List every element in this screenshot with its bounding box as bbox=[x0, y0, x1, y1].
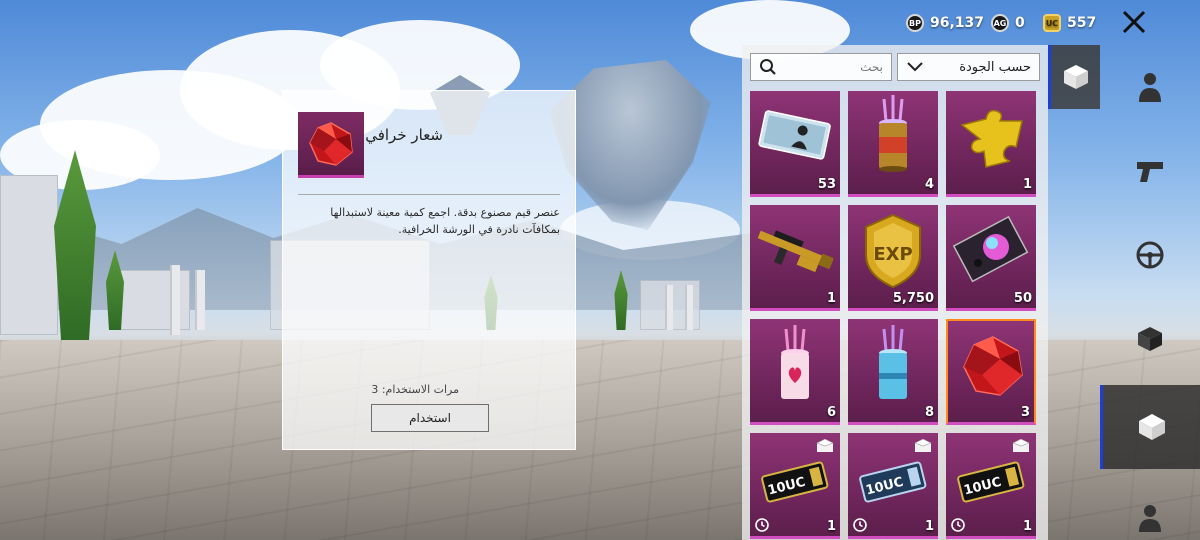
item-quantity: 1 bbox=[1022, 177, 1032, 192]
item-quantity: 1 bbox=[1022, 519, 1032, 534]
item-quantity: 5,750 bbox=[892, 291, 934, 306]
item-quantity: 6 bbox=[826, 405, 836, 420]
item-quantity: 3 bbox=[1020, 405, 1030, 420]
tab-profile[interactable] bbox=[1100, 475, 1200, 540]
inventory-item[interactable]: 50 bbox=[946, 205, 1036, 311]
character-icon bbox=[1139, 73, 1161, 102]
item-quantity: 1 bbox=[826, 291, 836, 306]
search-input[interactable]: بحث bbox=[750, 53, 892, 81]
tab-outfits[interactable] bbox=[1100, 45, 1200, 129]
steering-wheel-icon bbox=[1136, 241, 1164, 269]
heart-can-icon bbox=[781, 325, 809, 399]
bp-coin-icon: BP bbox=[906, 14, 924, 32]
tab-vehicles[interactable] bbox=[1100, 213, 1200, 297]
inventory-item[interactable]: 4 bbox=[848, 91, 938, 197]
clock-icon bbox=[951, 518, 965, 532]
item-detail-panel: شعار خرافي عنصر قيم مصنوع بدقة. اجمع كمي… bbox=[282, 90, 576, 450]
inventory-item[interactable]: 10UC 1 bbox=[946, 433, 1036, 539]
divider bbox=[298, 194, 560, 195]
item-quantity: 50 bbox=[1013, 291, 1032, 306]
inventory-item-selected[interactable]: 3 bbox=[946, 319, 1036, 425]
sort-dropdown[interactable]: حسب الجودة bbox=[897, 53, 1040, 81]
item-detail-thumbnail bbox=[298, 112, 364, 178]
search-placeholder: بحث bbox=[860, 60, 883, 74]
tab-crates[interactable] bbox=[1100, 297, 1200, 381]
tab-weapons[interactable] bbox=[1100, 129, 1200, 213]
ag-amount: 0 bbox=[1015, 15, 1025, 31]
inventory-item[interactable]: 8 bbox=[848, 319, 938, 425]
uses-value: 3 bbox=[371, 383, 379, 396]
inventory-item[interactable]: 1 bbox=[946, 91, 1036, 197]
crate-icon bbox=[1138, 327, 1162, 351]
clock-icon bbox=[755, 518, 769, 532]
item-uses-count: مرات الاستخدام: 3 bbox=[371, 383, 459, 396]
inventory-panel: بحث حسب الجودة 53 4 1 1 EXP 5,750 50 6 8… bbox=[742, 45, 1048, 540]
uc-amount: 557 bbox=[1067, 15, 1097, 31]
inventory-grid: 53 4 1 1 EXP 5,750 50 6 8 3 10UC 1 10UC … bbox=[750, 91, 1040, 539]
inventory-item[interactable]: 53 bbox=[750, 91, 840, 197]
uc-voucher-blue-icon: 10UC bbox=[859, 461, 927, 503]
pistol-icon bbox=[1137, 162, 1163, 182]
inventory-item[interactable]: EXP 5,750 bbox=[848, 205, 938, 311]
orb-card-icon bbox=[952, 215, 1029, 283]
use-button[interactable]: استخدام bbox=[371, 404, 489, 432]
bp-balance: BP 96,137 bbox=[906, 12, 984, 34]
svg-text:EXP: EXP bbox=[873, 244, 912, 265]
item-quantity: 53 bbox=[817, 177, 836, 192]
ag-balance: AG 0 bbox=[991, 12, 1025, 34]
category-rail bbox=[1048, 45, 1200, 540]
uc-voucher-icon: 10UC bbox=[957, 461, 1025, 503]
chevron-down-icon bbox=[907, 62, 923, 72]
tab-materials[interactable] bbox=[1100, 385, 1200, 469]
avatar-icon bbox=[1139, 505, 1161, 532]
gold-rifle-icon bbox=[757, 230, 834, 273]
exp-badge-icon: EXP bbox=[865, 213, 921, 289]
crate-icon bbox=[1063, 65, 1088, 89]
bp-amount: 96,137 bbox=[930, 15, 985, 31]
item-quantity: 8 bbox=[924, 405, 934, 420]
item-quantity: 1 bbox=[924, 519, 934, 534]
red-gem-emblem-icon bbox=[963, 336, 1023, 396]
inventory-item[interactable]: 10UC 1 bbox=[848, 433, 938, 539]
red-gem-emblem-icon bbox=[309, 121, 353, 166]
glowing-can-icon bbox=[879, 95, 907, 172]
gold-puzzle-piece-icon bbox=[960, 109, 1023, 168]
item-detail-name: شعار خرافي bbox=[365, 126, 443, 144]
close-button[interactable] bbox=[1120, 8, 1148, 36]
ag-coin-icon: AG bbox=[991, 14, 1009, 32]
clock-icon bbox=[853, 518, 867, 532]
item-quantity: 1 bbox=[826, 519, 836, 534]
item-quantity: 4 bbox=[924, 177, 934, 192]
item-detail-description: عنصر قيم مصنوع بدقة. اجمع كمية معينة لاس… bbox=[330, 206, 560, 236]
search-icon bbox=[760, 59, 776, 75]
id-card-icon bbox=[758, 110, 831, 160]
tab-inventory[interactable] bbox=[1048, 45, 1100, 109]
crate-icon bbox=[1138, 414, 1165, 440]
uc-voucher-icon: 10UC bbox=[761, 461, 829, 503]
inventory-item[interactable]: 6 bbox=[750, 319, 840, 425]
uses-label: مرات الاستخدام: bbox=[381, 383, 459, 396]
blue-can-icon bbox=[879, 325, 907, 399]
close-icon bbox=[1122, 10, 1146, 34]
sort-label: حسب الجودة bbox=[959, 59, 1031, 75]
uc-balance: UC 557 bbox=[1043, 12, 1096, 34]
inventory-item[interactable]: 1 bbox=[750, 205, 840, 311]
uc-coin-icon: UC bbox=[1043, 14, 1061, 32]
inventory-item[interactable]: 10UC 1 bbox=[750, 433, 840, 539]
